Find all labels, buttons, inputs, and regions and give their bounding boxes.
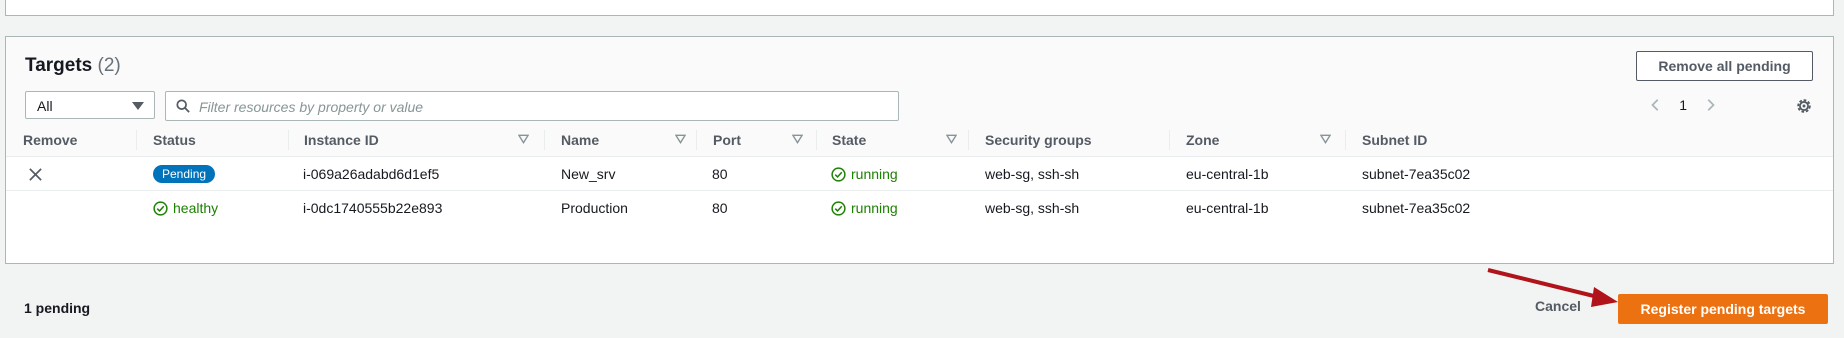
column-header-zone[interactable]: Zone	[1186, 123, 1331, 156]
table-row: healthy i-0dc1740555b22e893 Production 8…	[6, 190, 1833, 226]
sort-icon[interactable]	[675, 134, 686, 144]
state-cell: running	[831, 191, 898, 225]
targets-panel: Targets (2) Remove all pending All Filte…	[5, 36, 1834, 264]
check-circle-icon	[831, 166, 846, 182]
sort-icon[interactable]	[1320, 134, 1331, 144]
table-header: Remove Status Instance ID Name Port Stat…	[6, 123, 1833, 156]
pending-count-text: 1 pending	[24, 300, 91, 316]
panel-title: Targets (2)	[25, 55, 121, 77]
settings-icon[interactable]	[1795, 97, 1813, 115]
state-text: running	[851, 200, 898, 216]
search-placeholder: Filter resources by property or value	[199, 99, 424, 115]
check-circle-icon	[831, 200, 846, 216]
column-header-remove: Remove	[23, 131, 78, 148]
caret-down-icon	[132, 102, 144, 110]
column-header-status: Status	[153, 131, 196, 148]
subnet-id-cell: subnet-7ea35c02	[1362, 200, 1471, 216]
search-icon	[176, 99, 190, 113]
search-input[interactable]: Filter resources by property or value	[165, 91, 899, 121]
page-number[interactable]: 1	[1679, 97, 1687, 113]
name-cell: New_srv	[561, 166, 616, 182]
security-groups-cell: web-sg, ssh-sh	[985, 166, 1080, 182]
security-groups-cell: web-sg, ssh-sh	[985, 200, 1080, 216]
remove-button[interactable]	[28, 157, 43, 191]
port-cell: 80	[712, 200, 728, 216]
close-icon[interactable]	[28, 167, 43, 182]
port-cell: 80	[712, 166, 728, 182]
column-header-instance-id[interactable]: Instance ID	[304, 123, 529, 156]
previous-panel-edge	[5, 0, 1834, 16]
filter-select[interactable]: All	[25, 91, 155, 119]
panel-title-count: (2)	[97, 55, 121, 76]
instance-id-cell: i-069a26adabd6d1ef5	[303, 166, 440, 182]
column-header-port[interactable]: Port	[713, 123, 803, 156]
annotation-arrow-icon	[1487, 268, 1618, 307]
register-pending-targets-button[interactable]: Register pending targets	[1618, 294, 1828, 324]
status-text: healthy	[173, 200, 219, 216]
status-cell: healthy	[153, 191, 218, 225]
check-circle-icon	[153, 200, 168, 216]
sort-icon[interactable]	[518, 134, 529, 144]
column-header-name[interactable]: Name	[561, 123, 686, 156]
sort-icon[interactable]	[792, 134, 803, 144]
remove-all-pending-button[interactable]: Remove all pending	[1636, 51, 1813, 81]
zone-cell: eu-central-1b	[1186, 166, 1269, 182]
sort-icon[interactable]	[946, 134, 957, 144]
state-text: running	[851, 166, 898, 182]
state-cell: running	[831, 157, 898, 191]
pagination: 1	[1649, 91, 1717, 119]
subnet-id-cell: subnet-7ea35c02	[1362, 166, 1471, 182]
instance-id-cell: i-0dc1740555b22e893	[303, 200, 443, 216]
column-header-state[interactable]: State	[832, 123, 957, 156]
zone-cell: eu-central-1b	[1186, 200, 1269, 216]
column-header-security-groups: Security groups	[985, 131, 1092, 148]
filter-select-value: All	[37, 98, 53, 114]
panel-title-text: Targets	[25, 55, 93, 76]
table-row: Pending i-069a26adabd6d1ef5 New_srv 80 r…	[6, 156, 1833, 192]
chevron-right-icon[interactable]	[1703, 98, 1717, 112]
column-header-subnet-id: Subnet ID	[1362, 131, 1428, 148]
status-badge: Pending	[153, 165, 216, 183]
name-cell: Production	[561, 200, 628, 216]
chevron-left-icon[interactable]	[1649, 98, 1663, 112]
status-cell: Pending	[153, 157, 216, 191]
